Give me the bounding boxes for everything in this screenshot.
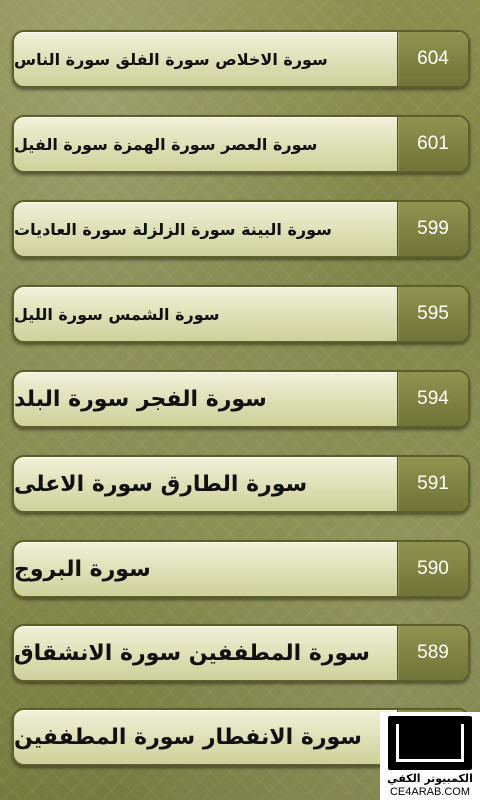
surah-title: سورة البينة سورة الزلزلة سورة العاديات bbox=[14, 219, 332, 239]
surah-list-item[interactable]: سورة الفجر سورة البلد 594 bbox=[12, 370, 470, 428]
page-number: 589 bbox=[397, 626, 468, 680]
watermark-site-text: CE4ARAB.COM bbox=[389, 786, 471, 798]
surah-list-item[interactable]: سورة الاخلاص سورة الفلق سورة الناس 604 bbox=[12, 30, 470, 88]
page-number: 601 bbox=[397, 117, 468, 171]
surah-title: سورة المطففين سورة الانشقاق bbox=[14, 640, 370, 666]
page-number: 594 bbox=[397, 372, 468, 426]
surah-title: سورة الفجر سورة البلد bbox=[14, 386, 267, 412]
logo-mark-icon bbox=[388, 716, 472, 770]
page-number: 595 bbox=[397, 287, 468, 341]
surah-list-item[interactable]: سورة البروج 590 bbox=[12, 540, 470, 598]
watermark-arabic-text: الكمبيوتر الكفي bbox=[387, 772, 473, 785]
surah-list-item[interactable]: سورة المطففين سورة الانشقاق 589 bbox=[12, 624, 470, 682]
surah-list-item[interactable]: سورة البينة سورة الزلزلة سورة العاديات 59… bbox=[12, 200, 470, 258]
surah-list-item[interactable]: سورة الشمس سورة الليل 595 bbox=[12, 285, 470, 343]
surah-title: سورة الاخلاص سورة الفلق سورة الناس bbox=[14, 49, 328, 69]
surah-title: سورة البروج bbox=[14, 556, 151, 582]
page-number: 599 bbox=[397, 202, 468, 256]
page-number: 604 bbox=[397, 32, 468, 86]
surah-title: سورة الشمس سورة الليل bbox=[14, 304, 220, 324]
watermark-logo: الكمبيوتر الكفي CE4ARAB.COM bbox=[380, 712, 480, 800]
surah-list-item[interactable]: سورة العصر سورة الهمزة سورة الفيل 601 bbox=[12, 115, 470, 173]
page-number: 591 bbox=[397, 457, 468, 511]
page-number: 590 bbox=[397, 542, 468, 596]
surah-list-item[interactable]: سورة الطارق سورة الاعلى 591 bbox=[12, 455, 470, 513]
surah-title: سورة الطارق سورة الاعلى bbox=[14, 471, 308, 497]
surah-title: سورة الانفطار سورة المطففين bbox=[14, 724, 362, 750]
surah-title: سورة العصر سورة الهمزة سورة الفيل bbox=[14, 134, 318, 154]
